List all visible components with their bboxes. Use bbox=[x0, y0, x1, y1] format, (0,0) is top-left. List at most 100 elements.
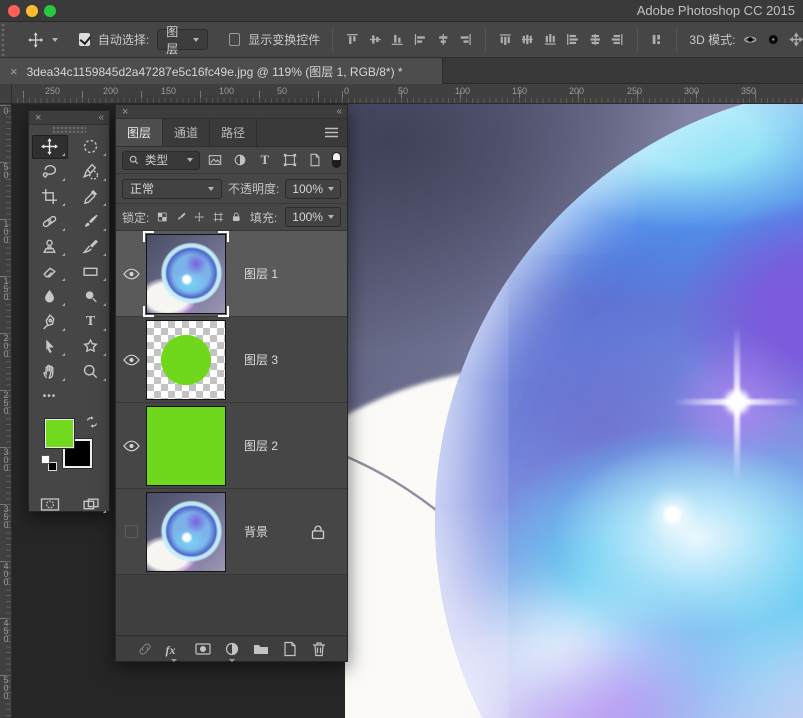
crop-tool[interactable] bbox=[32, 185, 68, 209]
align-bottom-edges-icon[interactable] bbox=[390, 31, 405, 48]
filter-type-layers-button[interactable]: T bbox=[255, 152, 274, 169]
panel-menu-icon[interactable] bbox=[324, 127, 339, 138]
link-layers-icon[interactable] bbox=[137, 641, 153, 657]
custom-shape-tool[interactable] bbox=[73, 335, 109, 359]
layer-thumbnail[interactable] bbox=[146, 234, 226, 314]
filter-type-dropdown[interactable]: 类型 bbox=[122, 151, 200, 170]
layer-row-3[interactable]: 图层 2 bbox=[116, 403, 347, 489]
align-top-edges-icon[interactable] bbox=[345, 31, 360, 48]
layer-style-icon[interactable]: fx bbox=[166, 641, 182, 657]
layer-name[interactable]: 图层 3 bbox=[244, 351, 278, 368]
move-tool[interactable] bbox=[32, 135, 68, 159]
swap-colors-icon[interactable] bbox=[85, 415, 99, 429]
layers-panel-header[interactable]: × « bbox=[116, 105, 347, 119]
horizontal-ruler[interactable]: 250200 150100 500 50100 150200 250300 35… bbox=[12, 84, 803, 104]
filter-shape-layers-button[interactable] bbox=[280, 152, 299, 169]
collapse-icon[interactable]: « bbox=[98, 111, 103, 125]
layer-thumbnail[interactable] bbox=[146, 406, 226, 486]
align-vertical-centers-icon[interactable] bbox=[368, 31, 383, 48]
zoom-tool[interactable] bbox=[73, 360, 109, 384]
tab-layers[interactable]: 图层 bbox=[116, 119, 163, 146]
3d-roll-icon[interactable] bbox=[766, 31, 781, 48]
distribute-vertical-centers-icon[interactable] bbox=[520, 31, 535, 48]
add-mask-icon[interactable] bbox=[195, 641, 211, 657]
brush-tool[interactable] bbox=[73, 210, 109, 234]
visibility-toggle[interactable] bbox=[116, 525, 146, 538]
foreground-color-swatch[interactable] bbox=[45, 419, 74, 448]
close-window-button[interactable] bbox=[8, 5, 20, 17]
layer-row-1[interactable]: 图层 1 bbox=[116, 231, 347, 317]
new-group-icon[interactable] bbox=[253, 641, 269, 657]
filter-smart-objects-button[interactable] bbox=[305, 152, 324, 169]
close-icon[interactable]: × bbox=[122, 105, 128, 119]
lock-artboard-icon[interactable] bbox=[213, 210, 224, 224]
tool-preset-chevron[interactable] bbox=[52, 38, 58, 42]
auto-select-dropdown[interactable]: 图层 bbox=[157, 29, 208, 50]
distribute-horizontal-centers-icon[interactable] bbox=[588, 31, 603, 48]
close-icon[interactable]: × bbox=[35, 111, 41, 125]
lock-pixels-icon[interactable] bbox=[176, 210, 187, 224]
history-brush-tool[interactable] bbox=[73, 235, 109, 259]
distribute-right-edges-icon[interactable] bbox=[610, 31, 625, 48]
delete-layer-icon[interactable] bbox=[311, 641, 327, 657]
adjustment-layer-icon[interactable] bbox=[224, 641, 240, 657]
visibility-toggle[interactable] bbox=[116, 440, 146, 452]
show-transform-checkbox[interactable] bbox=[229, 33, 240, 46]
blend-mode-dropdown[interactable]: 正常 bbox=[122, 179, 222, 199]
tab-channels[interactable]: 通道 bbox=[163, 119, 210, 146]
3d-orbit-icon[interactable] bbox=[743, 31, 758, 48]
layer-row-4[interactable]: 背景 bbox=[116, 489, 347, 575]
eyedropper-tool[interactable] bbox=[73, 185, 109, 209]
dodge-tool[interactable] bbox=[73, 285, 109, 309]
new-layer-icon[interactable] bbox=[282, 641, 298, 657]
hand-tool[interactable] bbox=[32, 360, 68, 384]
visibility-toggle[interactable] bbox=[116, 354, 146, 366]
collapse-icon[interactable]: « bbox=[336, 105, 341, 119]
path-selection-tool[interactable] bbox=[32, 335, 68, 359]
distribute-bottom-edges-icon[interactable] bbox=[543, 31, 558, 48]
fill-dropdown[interactable]: 100% bbox=[285, 207, 341, 227]
visibility-toggle[interactable] bbox=[116, 268, 146, 280]
layer-name[interactable]: 图层 1 bbox=[244, 265, 278, 282]
filter-pixel-layers-button[interactable] bbox=[206, 152, 225, 169]
align-right-edges-icon[interactable] bbox=[458, 31, 473, 48]
clone-stamp-tool[interactable] bbox=[32, 235, 68, 259]
filter-adjustment-layers-button[interactable] bbox=[231, 152, 250, 169]
lock-transparency-icon[interactable] bbox=[157, 210, 168, 224]
tools-panel-header[interactable]: × « bbox=[29, 111, 109, 125]
vertical-ruler[interactable]: 050 100150 200250 300350 400450 500 bbox=[0, 104, 12, 718]
layer-thumbnail[interactable] bbox=[146, 320, 226, 400]
pen-tool[interactable] bbox=[32, 310, 68, 334]
distribute-top-edges-icon[interactable] bbox=[498, 31, 513, 48]
lasso-tool[interactable] bbox=[32, 160, 68, 184]
default-colors-icon[interactable] bbox=[41, 455, 57, 471]
auto-select-checkbox[interactable] bbox=[79, 33, 90, 46]
type-tool[interactable]: T bbox=[73, 310, 109, 334]
edit-toolbar-button[interactable]: ••• bbox=[32, 385, 68, 409]
document-canvas[interactable] bbox=[345, 104, 803, 718]
zoom-window-button[interactable] bbox=[44, 5, 56, 17]
tab-paths[interactable]: 路径 bbox=[210, 119, 257, 146]
quick-selection-tool[interactable] bbox=[73, 160, 109, 184]
align-left-edges-icon[interactable] bbox=[413, 31, 428, 48]
auto-align-layers-icon[interactable] bbox=[650, 31, 665, 48]
filter-toggle-switch[interactable] bbox=[332, 152, 341, 168]
healing-brush-tool[interactable] bbox=[32, 210, 68, 234]
layer-thumbnail[interactable] bbox=[146, 492, 226, 572]
lock-all-icon[interactable] bbox=[231, 210, 242, 224]
3d-pan-icon[interactable] bbox=[789, 31, 803, 48]
close-tab-icon[interactable]: × bbox=[10, 65, 18, 78]
blur-tool[interactable] bbox=[32, 285, 68, 309]
ruler-origin-corner[interactable] bbox=[0, 84, 12, 104]
gradient-tool[interactable] bbox=[73, 260, 109, 284]
minimize-window-button[interactable] bbox=[26, 5, 38, 17]
document-tab[interactable]: × 3dea34c1159845d2a47287e5c16fc49e.jpg @… bbox=[0, 58, 443, 84]
opacity-dropdown[interactable]: 100% bbox=[285, 179, 341, 199]
quick-mask-button[interactable] bbox=[32, 492, 68, 516]
lock-position-icon[interactable] bbox=[194, 210, 205, 224]
align-horizontal-centers-icon[interactable] bbox=[436, 31, 451, 48]
layer-row-2[interactable]: 图层 3 bbox=[116, 317, 347, 403]
layer-name[interactable]: 图层 2 bbox=[244, 437, 278, 454]
screen-mode-button[interactable] bbox=[73, 492, 109, 516]
layer-name[interactable]: 背景 bbox=[244, 523, 268, 540]
